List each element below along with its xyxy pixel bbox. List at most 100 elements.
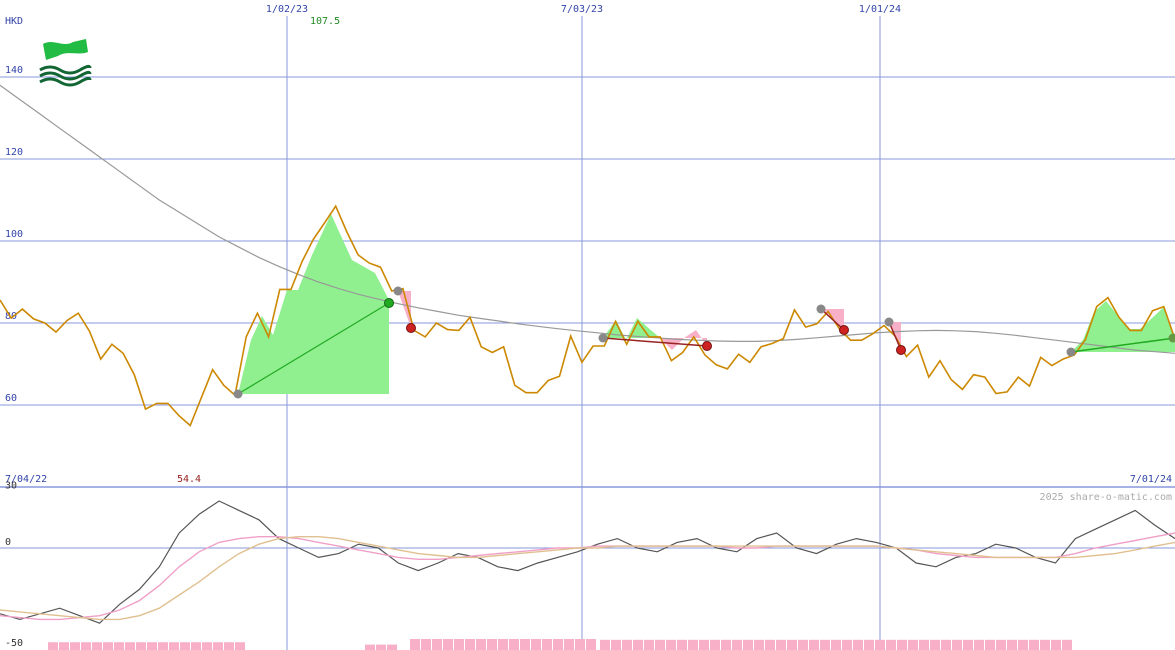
volume-bar [421,639,431,650]
volume-bar [365,644,375,650]
volume-bar [443,639,453,650]
volume-bar [498,639,508,650]
volume-bar [103,642,113,650]
volume-bar [70,642,80,650]
volume-bar [169,642,179,650]
volume-bar [564,639,574,650]
sell-marker [839,325,849,335]
y-tick-label: 120 [5,147,23,158]
volume-bar [655,639,665,650]
neutral-marker [393,286,403,296]
volume-bar [644,639,654,650]
volume-bar [1062,639,1072,650]
buy-marker [384,298,394,308]
volume-bar [1007,639,1017,650]
volume-bar [509,639,519,650]
sell-marker [896,345,906,355]
volume-bar [465,639,475,650]
volume-bar [1029,639,1039,650]
volume-bar [611,639,621,650]
volume-bar [688,639,698,650]
volume-bar [952,639,962,650]
volume-bar [487,639,497,650]
volume-bar [553,639,563,650]
volume-bar [224,642,234,650]
neutral-marker [233,389,243,399]
volume-bar [59,642,69,650]
volume-bar [897,639,907,650]
volume-bar [754,639,764,650]
volume-bar [677,639,687,650]
volume-bar [831,639,841,650]
volume-bar [809,639,819,650]
neutral-marker [884,317,894,327]
volume-bar [996,639,1006,650]
volume-bar [114,642,124,650]
volume-bar [864,639,874,650]
volume-bar [941,639,951,650]
y-tick-label: 60 [5,393,17,404]
volume-bar [147,642,157,650]
volume-bar [542,639,552,650]
volume-bar [699,639,709,650]
volume-bar [853,639,863,650]
volume-bar [136,642,146,650]
volume-bar [575,639,585,650]
volume-bar [820,639,830,650]
high-value-label: 107.5 [310,16,340,27]
volume-bar [633,639,643,650]
volume-bar [666,639,676,650]
y-tick-label: 100 [5,229,23,240]
sell-marker [406,323,416,333]
volume-bar [81,642,91,650]
volume-bar [600,639,610,650]
volume-bar [1040,639,1050,650]
volume-bar [842,639,852,650]
volume-bar [387,644,397,650]
volume-bar [974,639,984,650]
volume-bar [875,639,885,650]
oscillator-tick-label: 0 [5,537,11,548]
volume-bar [732,639,742,650]
volume-bar [622,639,632,650]
volume-bar [476,639,486,650]
volume-bar [586,639,596,650]
volume-bar [908,639,918,650]
volume-bar [92,642,102,650]
volume-bar [235,642,245,650]
volume-bar [180,642,190,650]
volume-bar [886,639,896,650]
sell-marker [702,341,712,351]
oscillator-tick-label: 30 [5,481,17,492]
volume-bar [776,639,786,650]
watermark: 2025 share-o-matic.com [1040,492,1172,503]
volume-bar [787,639,797,650]
volume-bar [985,639,995,650]
volume-bar [721,639,731,650]
volume-bar [1018,639,1028,650]
volume-bar [213,642,223,650]
volume-bar [963,639,973,650]
volume-bar [454,639,464,650]
volume-bar [125,642,135,650]
y-tick-label: 140 [5,65,23,76]
volume-bar [158,642,168,650]
volume-bar [919,639,929,650]
x-tick-label: 7/03/23 [561,4,603,15]
neutral-marker [1066,347,1076,357]
x-tick-label: 1/01/24 [859,4,901,15]
low-value-label: 54.4 [177,474,201,485]
neutral-marker [598,333,608,343]
volume-bar [202,642,212,650]
volume-bar [765,639,775,650]
volume-bar [410,639,420,650]
volume-bar [930,639,940,650]
oscillator-tick-label: -50 [5,638,23,649]
volume-bar [520,639,530,650]
volume-bar [432,639,442,650]
volume-bar [710,639,720,650]
volume-bar [743,639,753,650]
volume-bar [1051,639,1061,650]
x-tick-label: 1/02/23 [266,4,308,15]
volume-bar [48,642,58,650]
